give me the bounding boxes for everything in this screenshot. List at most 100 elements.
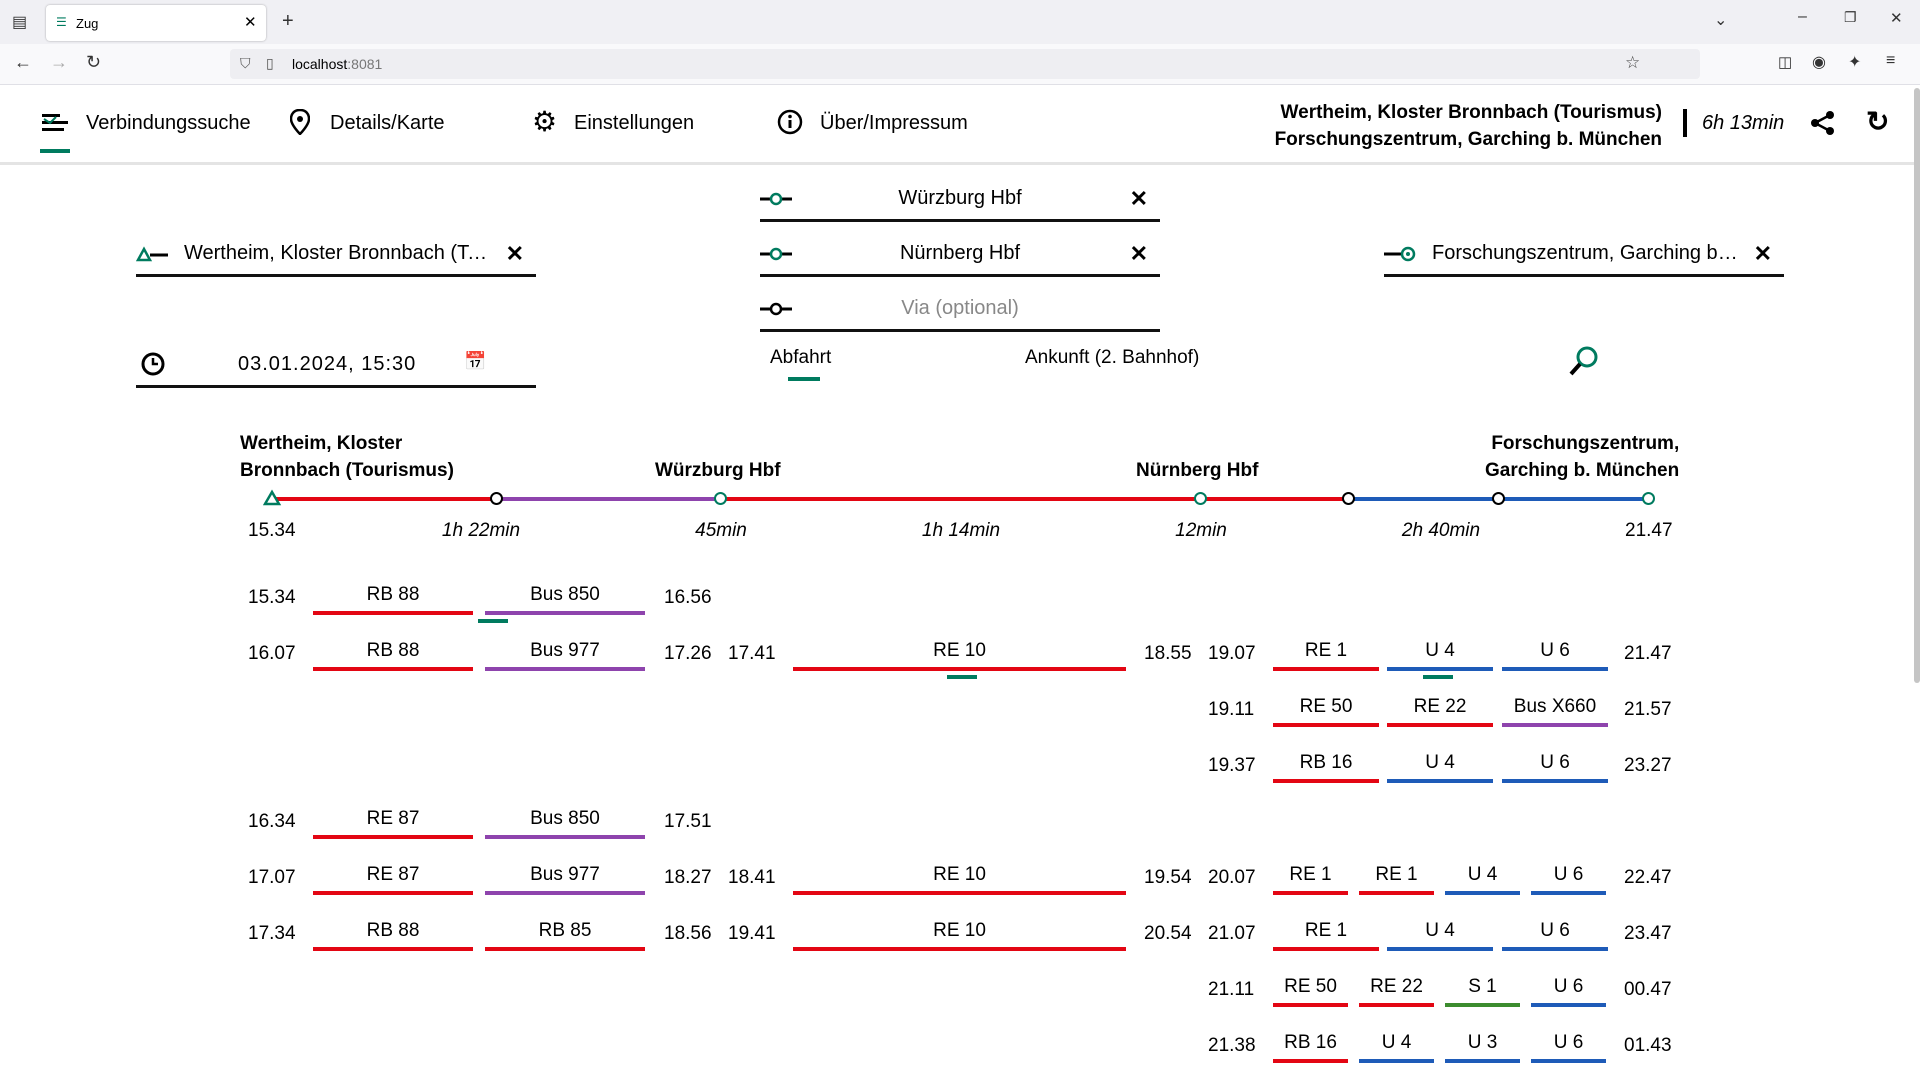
destination-field[interactable]: Forschungszentrum, Garching b. ... ✕ — [1384, 234, 1784, 277]
summary-stop-nurnberg: Nürnberg Hbf — [1136, 460, 1259, 481]
clear-via2-icon[interactable]: ✕ — [1130, 241, 1148, 267]
via1-input[interactable]: Würzburg Hbf — [760, 187, 1160, 210]
arrival-time: 16.56 — [664, 587, 712, 608]
back-icon[interactable]: ← — [14, 52, 32, 73]
origin-input[interactable]: Wertheim, Kloster Bronnbach (To... — [184, 242, 494, 265]
departure-time: 19.07 — [1208, 643, 1256, 664]
line-bar — [1531, 891, 1606, 895]
account-icon[interactable]: ◉ — [1812, 52, 1826, 72]
via1-field[interactable]: Würzburg Hbf ✕ — [760, 179, 1160, 222]
train-label: RE 1 — [1304, 640, 1348, 661]
shield-icon[interactable]: ⛉ — [240, 55, 251, 72]
header-destination: Forschungszentrum, Garching b. München — [1274, 129, 1662, 150]
line-bar — [1387, 723, 1493, 727]
tab-list-icon[interactable]: ▤ — [12, 12, 27, 32]
chevron-down-icon[interactable]: ⌄ — [1714, 10, 1727, 30]
url-bar[interactable]: ⛉ ▯ localhost:8081 ☆ — [230, 49, 1700, 79]
nav-about[interactable]: Über/Impressum — [776, 107, 976, 147]
via3-field[interactable]: Via (optional) — [760, 289, 1160, 332]
clear-via1-icon[interactable]: ✕ — [1130, 186, 1148, 212]
mode-departure[interactable]: Abfahrt — [770, 347, 831, 369]
minimize-icon[interactable]: – — [1798, 8, 1807, 26]
nav-settings[interactable]: ⚙ Einstellungen — [532, 106, 712, 147]
app-header: Verbindungssuche Details/Karte ⚙ Einstel… — [0, 85, 1918, 165]
train-label: RE 1 — [1289, 864, 1332, 885]
line-bar — [1273, 779, 1379, 783]
reload-icon[interactable]: ↻ — [86, 52, 101, 73]
arrival-time: 01.43 — [1624, 1035, 1672, 1056]
train-label: U 4 — [1425, 920, 1455, 941]
destination-input[interactable]: Forschungszentrum, Garching b. ... — [1432, 242, 1742, 265]
summary-departure: 15.34 — [248, 520, 296, 541]
datetime-input[interactable]: 03.01.2024, 15:30 — [238, 353, 416, 376]
close-window-icon[interactable]: ✕ — [1890, 9, 1903, 27]
scrollbar[interactable] — [1914, 88, 1920, 683]
summary-duration: 1h 14min — [921, 520, 1001, 541]
datetime-field[interactable]: 03.01.2024, 15:30 📅 — [136, 345, 536, 388]
close-tab-icon[interactable]: ✕ — [244, 13, 257, 31]
arrival-time: 23.47 — [1624, 923, 1672, 944]
via3-placeholder[interactable]: Via (optional) — [760, 297, 1160, 320]
clear-destination-icon[interactable]: ✕ — [1754, 241, 1772, 267]
mode-arrival[interactable]: Ankunft (2. Bahnhof) — [1025, 347, 1199, 369]
bookmark-star-icon[interactable]: ☆ — [1625, 53, 1640, 73]
url-text: localhost:8081 — [292, 56, 383, 72]
summary-arrival: 21.47 — [1625, 520, 1673, 541]
train-label: RE 1 — [1375, 864, 1418, 885]
summary-segment — [720, 497, 1348, 501]
extensions-icon[interactable]: ✦ — [1848, 52, 1861, 72]
arrival-time: 17.26 — [664, 643, 712, 664]
menu-icon[interactable]: ≡ — [1886, 52, 1895, 70]
share-icon[interactable] — [1810, 110, 1836, 136]
line-bar — [1531, 1059, 1606, 1063]
line-bar — [1531, 1003, 1606, 1007]
departure-time: 19.37 — [1208, 755, 1256, 776]
forward-icon[interactable]: → — [50, 52, 68, 73]
nav-details[interactable]: Details/Karte — [288, 107, 458, 147]
arrival-time: 23.27 — [1624, 755, 1672, 776]
line-bar — [1359, 891, 1434, 895]
clear-origin-icon[interactable]: ✕ — [506, 241, 524, 267]
departure-time: 17.41 — [728, 643, 776, 664]
arrival-time: 18.27 — [664, 867, 712, 888]
train-label: U 6 — [1540, 640, 1570, 661]
train-label: U 4 — [1467, 864, 1498, 885]
arrival-time: 18.56 — [664, 923, 712, 944]
origin-field[interactable]: Wertheim, Kloster Bronnbach (To... ✕ — [136, 234, 536, 277]
line-bar — [1273, 723, 1379, 727]
nav-about-label: Über/Impressum — [820, 112, 968, 134]
calendar-icon[interactable]: 📅 — [464, 351, 486, 372]
header-origin: Wertheim, Kloster Bronnbach (Tourismus) — [1280, 102, 1662, 123]
departure-time: 21.11 — [1208, 979, 1255, 1000]
line-bar — [1273, 891, 1348, 895]
train-label: RB 85 — [538, 920, 592, 941]
line-bar — [1445, 1003, 1520, 1007]
line-bar — [1273, 667, 1379, 671]
maximize-icon[interactable]: ❐ — [1844, 9, 1857, 26]
selected-leg-indicator — [947, 675, 977, 679]
header-route: Wertheim, Kloster Bronnbach (Tourismus) … — [1275, 99, 1662, 153]
pocket-icon[interactable]: ◫ — [1778, 53, 1792, 71]
selected-leg-indicator — [1423, 675, 1453, 679]
browser-tab[interactable]: ☰ Zug ✕ — [46, 5, 266, 41]
via2-field[interactable]: Nürnberg Hbf ✕ — [760, 234, 1160, 277]
train-label: U 6 — [1553, 976, 1584, 997]
arrival-time: 19.54 — [1144, 867, 1192, 888]
selected-leg-indicator — [478, 619, 508, 623]
train-label: RE 22 — [1413, 696, 1467, 717]
via2-input[interactable]: Nürnberg Hbf — [760, 242, 1160, 265]
nav-settings-label: Einstellungen — [574, 112, 695, 134]
train-label: U 4 — [1425, 640, 1455, 661]
search-icon[interactable] — [1568, 344, 1600, 378]
refresh-icon[interactable]: ↻ — [1866, 105, 1889, 138]
line-bar — [1359, 1003, 1434, 1007]
nav-connections[interactable]: Verbindungssuche — [40, 107, 251, 153]
summary-segment — [274, 497, 496, 501]
header-duration: 6h 13min — [1702, 112, 1785, 134]
summary-transfer-node — [490, 492, 503, 505]
line-bar — [1387, 779, 1493, 783]
nav-details-label: Details/Karte — [330, 112, 445, 134]
new-tab-icon[interactable]: + — [282, 10, 294, 33]
header-divider — [1683, 109, 1687, 137]
train-label: Bus 977 — [530, 864, 600, 885]
